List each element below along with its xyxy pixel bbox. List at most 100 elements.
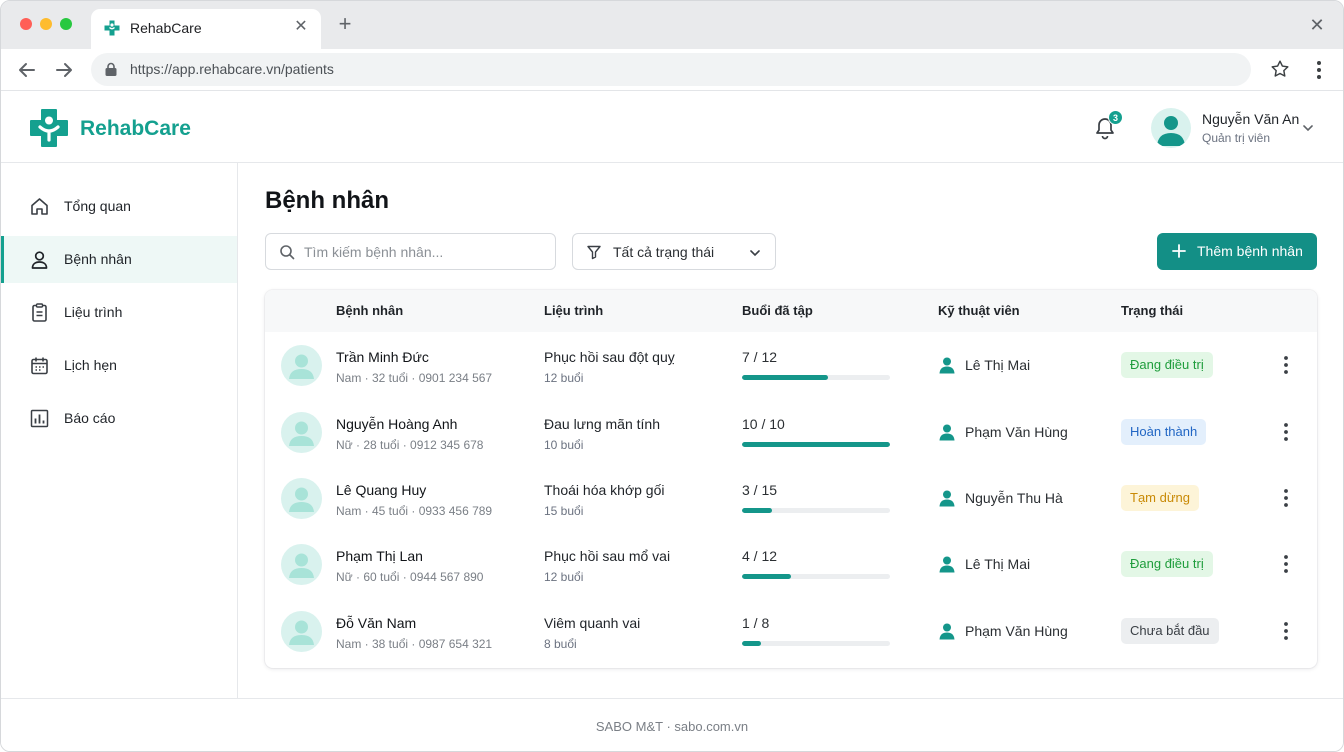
sessions-progress-fill xyxy=(742,442,890,447)
therapist-icon xyxy=(939,556,955,573)
browser-address-bar: https://app.rehabcare.vn/patients xyxy=(1,49,1343,91)
patient-meta: Nam · 38 tuổi · 0987 654 321 xyxy=(336,637,493,651)
notification-count-badge: 3 xyxy=(1108,110,1123,125)
table-header: Bệnh nhân Liệu trình Buổi đã tập Kỹ thuậ… xyxy=(265,290,1317,332)
rehabcare-favicon-icon xyxy=(104,20,120,36)
row-menu-icon[interactable] xyxy=(1276,553,1296,575)
sidebar: Tổng quan Bệnh nhân Liệu trình Lịch hẹn … xyxy=(1,163,238,698)
sessions-progress-bar xyxy=(742,442,890,447)
sidebar-item-reports[interactable]: Báo cáo xyxy=(1,395,237,442)
browser-tab-bar: RehabCare ✕ + ✕ xyxy=(1,1,1343,49)
sessions-progress-bar xyxy=(742,375,890,380)
url-field[interactable]: https://app.rehabcare.vn/patients xyxy=(91,53,1251,86)
patient-meta: Nữ · 28 tuổi · 0912 345 678 xyxy=(336,438,484,452)
user-role: Quản trị viên xyxy=(1202,131,1271,145)
patient-meta: Nữ · 60 tuổi · 0944 567 890 xyxy=(336,570,484,584)
chevron-down-icon[interactable] xyxy=(1302,122,1314,134)
table-row[interactable]: Nguyễn Hoàng Anh Nữ · 28 tuổi · 0912 345… xyxy=(265,399,1317,465)
sidebar-item-label: Tổng quan xyxy=(64,198,131,214)
patient-meta: Nam · 45 tuổi · 0933 456 789 xyxy=(336,504,493,518)
patient-name[interactable]: Nguyễn Hoàng Anh xyxy=(336,416,457,432)
sessions-progress-bar xyxy=(742,641,890,646)
table-row[interactable]: Lê Quang Huy Nam · 45 tuổi · 0933 456 78… xyxy=(265,465,1317,531)
column-header-sessions[interactable]: Buổi đã tập xyxy=(742,303,813,318)
new-tab-icon[interactable]: + xyxy=(335,13,355,35)
course-name: Viêm quanh vai xyxy=(544,615,641,631)
bookmark-star-icon[interactable] xyxy=(1269,58,1291,80)
row-menu-icon[interactable] xyxy=(1276,620,1296,642)
patient-avatar-icon xyxy=(289,487,314,512)
therapist-name: Nguyễn Thu Hà xyxy=(965,490,1063,506)
patient-search[interactable] xyxy=(265,233,556,270)
sidebar-item-label: Báo cáo xyxy=(64,410,116,426)
chevron-down-icon xyxy=(750,250,760,257)
user-avatar[interactable] xyxy=(1151,108,1191,148)
app-footer: SABO M&T · sabo.com.vn xyxy=(1,698,1343,751)
column-header-status[interactable]: Trạng thái xyxy=(1121,303,1183,318)
user-name[interactable]: Nguyễn Văn An xyxy=(1202,111,1299,127)
patient-name[interactable]: Phạm Thị Lan xyxy=(336,548,423,564)
sessions-progress-bar xyxy=(742,508,890,513)
rehabcare-logo-icon[interactable] xyxy=(28,107,70,149)
sidebar-item-patients[interactable]: Bệnh nhân xyxy=(1,236,237,283)
patient-avatar xyxy=(281,345,322,386)
filter-icon xyxy=(587,245,601,260)
sessions-progress-bar xyxy=(742,574,890,579)
forward-arrow-icon[interactable] xyxy=(52,58,76,82)
sidebar-item-appointments[interactable]: Lịch hẹn xyxy=(1,342,237,389)
browser-window: RehabCare ✕ + ✕ https://app.rehabcare.vn… xyxy=(0,0,1344,752)
column-header-patient[interactable]: Bệnh nhân xyxy=(336,303,403,318)
app-header: RehabCare 3 Nguyễn Văn An Quản trị viên xyxy=(1,92,1343,163)
row-menu-icon[interactable] xyxy=(1276,487,1296,509)
window-close-icon[interactable]: ✕ xyxy=(1307,15,1327,35)
patient-avatar-icon xyxy=(289,421,314,446)
sidebar-item-label: Lịch hẹn xyxy=(64,357,117,373)
search-input[interactable] xyxy=(304,242,544,262)
sidebar-item-overview[interactable]: Tổng quan xyxy=(1,183,237,230)
window-minimize-dot[interactable] xyxy=(40,18,52,30)
patient-name[interactable]: Lê Quang Huy xyxy=(336,482,426,498)
course-sessions: 12 buổi xyxy=(544,570,584,584)
table-row[interactable]: Trần Minh Đức Nam · 32 tuổi · 0901 234 5… xyxy=(265,332,1317,398)
add-patient-button[interactable]: Thêm bệnh nhân xyxy=(1157,233,1317,270)
row-menu-icon[interactable] xyxy=(1276,354,1296,376)
sidebar-item-label: Liệu trình xyxy=(64,304,123,320)
home-icon xyxy=(31,198,48,215)
status-badge: Tạm dừng xyxy=(1121,485,1200,511)
course-name: Thoái hóa khớp gối xyxy=(544,482,665,498)
table-row[interactable]: Đỗ Văn Nam Nam · 38 tuổi · 0987 654 321 … xyxy=(265,598,1317,664)
patient-avatar xyxy=(281,544,322,585)
patient-meta: Nam · 32 tuổi · 0901 234 567 xyxy=(336,371,493,385)
sidebar-item-label: Bệnh nhân xyxy=(64,251,132,267)
sessions-count: 7 / 12 xyxy=(742,349,778,365)
sessions-progress-fill xyxy=(742,375,829,380)
patient-name[interactable]: Trần Minh Đức xyxy=(336,349,429,365)
tab-close-icon[interactable]: ✕ xyxy=(291,17,311,37)
course-name: Phục hồi sau mổ vai xyxy=(544,548,671,564)
patient-name[interactable]: Đỗ Văn Nam xyxy=(336,615,416,631)
status-badge: Đang điều trị xyxy=(1121,551,1213,577)
footer-text: SABO M&T · sabo.com.vn xyxy=(595,719,749,734)
column-header-therapist[interactable]: Kỹ thuật viên xyxy=(938,303,1020,318)
sidebar-item-courses[interactable]: Liệu trình xyxy=(1,289,237,336)
sessions-count: 10 / 10 xyxy=(742,416,785,432)
brand-name[interactable]: RehabCare xyxy=(80,117,191,141)
tab-title: RehabCare xyxy=(130,20,202,36)
back-arrow-icon[interactable] xyxy=(15,58,39,82)
column-header-course[interactable]: Liệu trình xyxy=(544,303,603,318)
therapist-name: Lê Thị Mai xyxy=(965,357,1031,373)
patient-avatar xyxy=(281,478,322,519)
status-filter-select[interactable]: Tất cả trạng thái xyxy=(572,233,776,270)
browser-tab[interactable]: RehabCare ✕ xyxy=(91,9,321,49)
status-badge: Hoàn thành xyxy=(1121,419,1207,445)
window-maximize-dot[interactable] xyxy=(60,18,72,30)
course-sessions: 8 buổi xyxy=(544,637,577,651)
window-close-dot[interactable] xyxy=(20,18,32,30)
sessions-count: 4 / 12 xyxy=(742,548,778,564)
lock-icon xyxy=(105,62,117,76)
patient-avatar xyxy=(281,611,322,652)
therapist-icon xyxy=(939,357,955,374)
row-menu-icon[interactable] xyxy=(1276,421,1296,443)
table-row[interactable]: Phạm Thị Lan Nữ · 60 tuổi · 0944 567 890… xyxy=(265,531,1317,597)
browser-menu-icon[interactable] xyxy=(1309,59,1329,81)
